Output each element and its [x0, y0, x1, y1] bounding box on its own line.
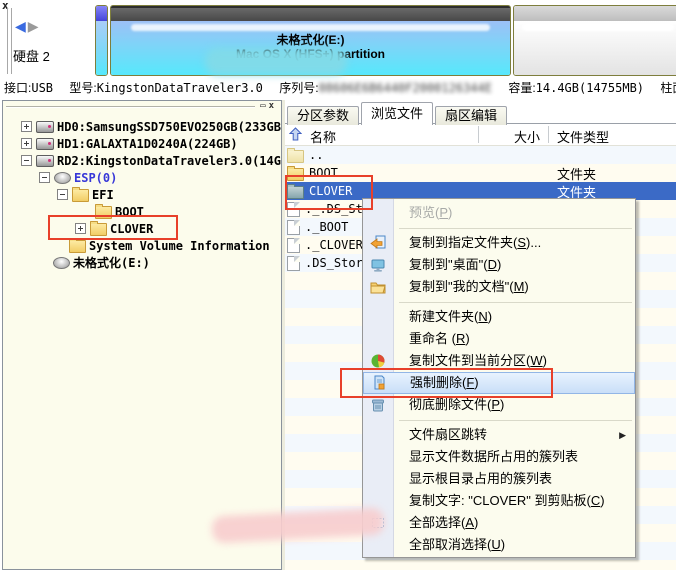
file-type: 文件夹: [557, 164, 596, 183]
tab-partition-params[interactable]: 分区参数: [287, 106, 359, 125]
tree-item-unformatted[interactable]: 未格式化(E:): [53, 254, 281, 271]
partition-icon: [54, 172, 71, 184]
documents-folder-icon: [370, 279, 386, 295]
panel-pin-icon[interactable]: ▭: [260, 101, 268, 111]
tree-panel-header[interactable]: ▭x: [3, 101, 281, 114]
partition-block-main-header: [111, 6, 510, 21]
tree-item-label: HD1:GALAXTA1D0240A(224GB): [57, 137, 238, 151]
hard-disk-icon: [36, 138, 54, 150]
expand-plus-icon[interactable]: [21, 138, 32, 149]
tree-item-rd2[interactable]: RD2:KingstonDataTraveler3.0(14GB): [21, 152, 281, 169]
partition-name: 未格式化(E:): [111, 33, 510, 47]
expand-minus-icon[interactable]: [39, 172, 50, 183]
desktop-monitor-icon: [370, 257, 386, 273]
disk-info-bar: 接口:USB 型号:KingstonDataTraveler3.0 序列号:08…: [4, 79, 676, 96]
file-icon: [287, 220, 300, 235]
tree-item-esp[interactable]: ESP(0): [39, 169, 281, 186]
info-cylinders: 柱面数:1881: [660, 81, 676, 95]
expand-minus-icon[interactable]: [57, 189, 68, 200]
info-interface: 接口:USB: [4, 81, 53, 95]
view-tabs: 分区参数浏览文件扇区编辑: [285, 100, 676, 124]
menu-item-copy-to-folder[interactable]: 复制到指定文件夹(S)...: [363, 232, 635, 254]
partition-block-free[interactable]: [513, 5, 676, 76]
column-header-type[interactable]: 文件类型: [557, 127, 609, 146]
menu-item-file-sector-jump[interactable]: 文件扇区跳转 ▶: [363, 424, 635, 446]
next-disk-arrow-icon[interactable]: ▶: [28, 18, 41, 34]
folder-icon: [69, 240, 86, 253]
folder-up-icon: [287, 150, 304, 163]
file-name: ._BOOT: [305, 220, 348, 234]
menu-item-deselect-all[interactable]: 全部取消选择(U): [363, 534, 635, 556]
menu-item-rename[interactable]: 重命名 (R): [363, 328, 635, 350]
file-name: ..: [309, 148, 323, 162]
panel-close-icon[interactable]: x: [269, 101, 277, 111]
copy-to-folder-icon: [370, 235, 386, 251]
tab-browse-files[interactable]: 浏览文件: [361, 102, 433, 125]
prev-disk-arrow-icon[interactable]: ◀: [15, 18, 28, 34]
tree-item-hd0[interactable]: HD0:SamsungSSD750EVO250GB(233GB): [21, 118, 281, 135]
column-header-size[interactable]: 大小: [478, 127, 540, 146]
censor-blur-partition: [205, 48, 347, 75]
hard-disk-icon: [36, 121, 54, 133]
menu-item-show-root-cluster-list[interactable]: 显示根目录占用的簇列表: [363, 468, 635, 490]
tree-item-label: 未格式化(E:): [73, 254, 150, 271]
file-icon: [287, 238, 300, 253]
folder-icon: [72, 189, 89, 202]
shredder-icon: [370, 397, 386, 413]
menu-item-copy-to-desktop[interactable]: 复制到"桌面"(D): [363, 254, 635, 276]
partition-block-small[interactable]: [95, 5, 108, 76]
menu-item-new-folder[interactable]: 新建文件夹(N): [363, 306, 635, 328]
menu-separator: [363, 416, 635, 424]
tab-sector-edit[interactable]: 扇区编辑: [435, 106, 507, 125]
expand-minus-icon[interactable]: [21, 155, 32, 166]
submenu-arrow-icon: ▶: [619, 424, 626, 446]
sort-ascending-icon: [289, 127, 302, 141]
tree-item-hd1[interactable]: HD1:GALAXTA1D0240A(224GB): [21, 135, 281, 152]
current-disk-label: 硬盘 2: [13, 46, 50, 65]
menu-item-show-file-cluster-list[interactable]: 显示文件数据所占用的簇列表: [363, 446, 635, 468]
tree-item-efi[interactable]: EFI: [57, 186, 281, 203]
tree-item-label: RD2:KingstonDataTraveler3.0(14GB): [57, 154, 282, 168]
panel-grip[interactable]: [6, 106, 255, 108]
annotation-box-force-delete: [340, 368, 553, 398]
hard-disk-icon: [36, 155, 54, 167]
menu-item-copy-to-documents[interactable]: 复制到"我的文档"(M): [363, 276, 635, 298]
gloss-highlight: [522, 24, 673, 31]
tree-item-label: ESP(0): [74, 171, 117, 185]
file-icon: [287, 256, 300, 271]
menu-separator: [363, 298, 635, 306]
info-capacity: 容量:14.4GB(14755MB): [508, 81, 644, 95]
expand-plus-icon[interactable]: [21, 121, 32, 132]
file-name: .DS_Store: [305, 256, 370, 270]
partition-block-free-body: [514, 21, 676, 75]
partition-tree-panel: ▭x HD0:SamsungSSD750EVO250GB(233GB) HD1:…: [2, 100, 282, 570]
tree-item-label: HD0:SamsungSSD750EVO250GB(233GB): [57, 120, 282, 134]
diskgenius-window: x ◀▶ 硬盘 2 未格式化(E:) Mac OS X (HFS+) parti…: [0, 0, 676, 583]
column-header-name[interactable]: 名称: [310, 127, 336, 146]
toolbar-grip[interactable]: [7, 8, 12, 74]
partition-block-small-body: [96, 21, 107, 75]
info-serial: 序列号:08606E6B6440F2000126344E: [279, 81, 492, 95]
file-name: ._CLOVER: [305, 238, 363, 252]
disk-nav: ◀▶: [15, 18, 41, 35]
file-list-header: 名称 大小 文件类型: [285, 124, 676, 146]
annotation-box-file-clover: [285, 175, 373, 210]
column-divider[interactable]: [548, 126, 549, 143]
menu-item-select-all[interactable]: 全部选择(A): [363, 512, 635, 534]
disk-tree: HD0:SamsungSSD750EVO250GB(233GB) HD1:GAL…: [3, 114, 281, 271]
annotation-box-tree-clover: [48, 215, 178, 240]
partition-icon: [53, 257, 70, 269]
partition-block-free-header: [514, 6, 676, 21]
pie-chart-icon: [370, 353, 386, 369]
tree-item-label: EFI: [92, 188, 114, 202]
file-row-updir[interactable]: ..: [285, 146, 676, 164]
menu-separator: [363, 224, 635, 232]
menu-item-copy-text-to-clipboard[interactable]: 复制文字: "CLOVER" 到剪贴板(C): [363, 490, 635, 512]
partition-block-small-header: [96, 6, 107, 21]
info-model: 型号:KingstonDataTraveler3.0: [69, 81, 263, 95]
menu-item-preview[interactable]: 预览(P): [363, 202, 635, 224]
tree-item-label: System Volume Information: [89, 239, 270, 253]
